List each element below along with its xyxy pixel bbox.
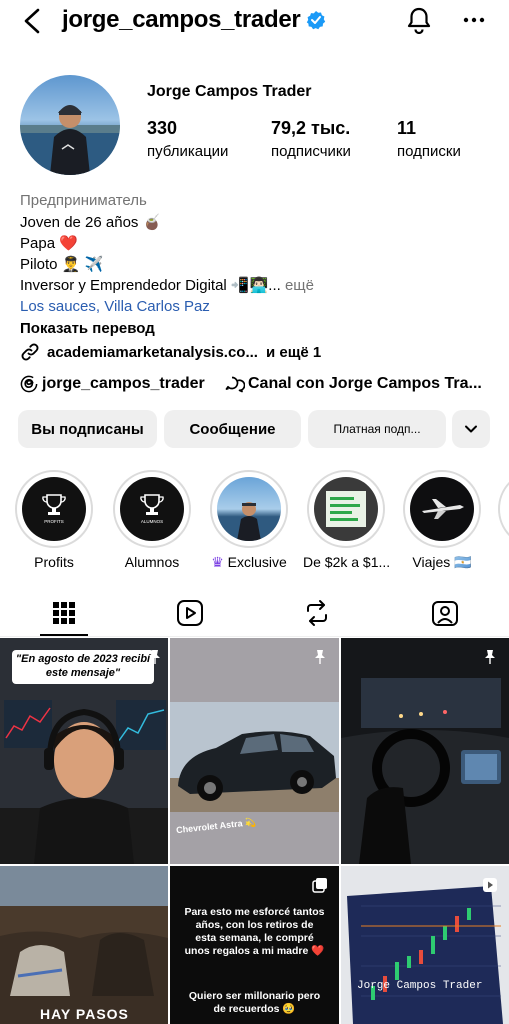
channel-link[interactable]: Canal con Jorge Campos Tra... [225,375,482,393]
highlight-ring [307,470,385,548]
back-arrow-icon[interactable] [22,8,44,34]
trophy-icon: PROFITS [42,494,66,524]
reel-icon [483,878,497,892]
post-thumbnail[interactable]: Jorge Campos Trader [341,866,509,1024]
highlight-cover [314,477,378,541]
message-button-label: Сообщение [189,420,276,438]
crown-icon: ♛ [211,554,224,570]
highlight-partial[interactable] [498,470,509,548]
post-thumbnail[interactable]: "En agosto de 2023 recibí este mensaje" [0,638,168,864]
highlight-cover-text: PROFITS [44,519,64,524]
tagged-tab-icon[interactable] [430,598,460,628]
profile-username-title: jorge_campos_trader [62,6,301,33]
post-caption-overlay: HAY PASOS [40,1006,129,1022]
post-text-overlay: Quiero ser millonario pero de recuerdos … [188,990,321,1015]
highlight-label: Viajes 🇦🇷 [412,554,472,570]
highlight-ring [403,470,481,548]
pin-icon [150,650,160,664]
highlight-label: De $2k a $1... [303,554,391,570]
post-thumbnail[interactable] [341,638,509,864]
following-count-label: подписки [397,143,461,160]
followers-count[interactable]: 79,2 тыс. подписчики [271,118,351,160]
following-button[interactable]: Вы подписаны [18,410,157,448]
channel-name: Canal con Jorge Campos Tra... [248,375,482,392]
message-button[interactable]: Сообщение [164,410,301,448]
active-tab-indicator [40,634,88,636]
highlight-alumnos[interactable]: ALUMNOS Alumnos [113,470,191,570]
tab-divider [0,636,509,637]
reels-tab-icon[interactable] [175,598,205,628]
highlight-growth[interactable]: De $2k a $1... [303,470,391,570]
post-thumbnail[interactable]: Chevrolet Astra 💫 [170,638,339,864]
highlight-viajes[interactable]: Viajes 🇦🇷 [403,470,481,571]
highlight-exclusive[interactable]: ♛ Exclusive [209,470,289,571]
profile-avatar[interactable] [20,75,120,175]
link-icon [21,343,39,361]
threads-username: jorge_campos_trader [42,375,205,392]
carousel-icon [312,878,327,893]
profile-display-name: Jorge Campos Trader [147,83,312,100]
highlight-label: Profits [34,554,74,570]
highlight-cover [217,477,281,541]
verified-badge-icon [306,11,326,30]
website-more[interactable]: и ещё 1 [266,344,321,361]
pin-icon [315,650,325,664]
profile-category: Предприниматель [20,192,147,209]
highlight-label: Alumnos [124,554,180,570]
highlight-label: Exclusive [227,554,287,570]
post-thumbnail[interactable]: HAY PASOS [0,866,168,1024]
post-caption-overlay: "En agosto de 2023 recibí este mensaje" [15,653,151,679]
highlight-cover: PROFITS [22,477,86,541]
location-link[interactable]: Los sauces [20,298,96,315]
bio-line-text: Inversor y Emprendedor Digital 📲👨🏻‍💻... [20,277,281,294]
broadcast-channel-icon [225,376,245,393]
bio-line: Piloto 👨‍✈️ ✈️ [20,256,104,273]
show-translation-link[interactable]: Показать перевод [20,318,155,340]
post-text-overlay: Para esto me esforcé tantos años, con lo… [184,906,325,957]
highlight-cover: ALUMNOS [120,477,184,541]
highlight-cover [410,477,474,541]
followers-count-label: подписчики [271,143,351,160]
post-caption-overlay: Jorge Campos Trader [357,980,483,992]
location-link[interactable]: Villa Carlos Paz [104,298,210,315]
following-button-label: Вы подписаны [31,420,144,438]
website-link-row[interactable]: academiamarketanalysis.co... и ещё 1 [20,341,321,363]
posts-count[interactable]: 330 публикации [147,118,228,160]
website-url[interactable]: academiamarketanalysis.co... [47,344,258,361]
threads-icon [20,375,38,393]
bio-location: Los sauces, Villa Carlos Paz [20,296,210,318]
grid-tab-icon[interactable] [49,598,79,628]
airplane-icon [422,499,464,519]
pin-icon [485,650,495,664]
following-count-value: 11 [397,118,417,138]
highlight-ring: ALUMNOS [113,470,191,548]
highlight-label-row: ♛ Exclusive [209,554,289,571]
highlight-ring: PROFITS [15,470,93,548]
highlight-profits[interactable]: PROFITS Profits [15,470,93,570]
chevron-down-icon [465,425,477,433]
more-options-icon[interactable] [460,8,488,32]
location-separator: , [95,298,105,315]
bio-line: Joven de 26 años 🧉 [20,214,162,231]
reposts-tab-icon[interactable] [302,598,332,628]
posts-count-label: публикации [147,143,229,160]
following-count[interactable]: 11 подписки [397,118,461,160]
notifications-bell-icon[interactable] [405,6,433,34]
paid-subscription-label: Платная подп... [333,422,421,436]
suggested-accounts-button[interactable] [452,410,490,448]
bio-line-truncated: Inversor y Emprendedor Digital 📲👨🏻‍💻... … [20,275,314,297]
bio-line: Papa ❤️ [20,235,78,252]
highlight-cover-text: ALUMNOS [141,519,163,524]
highlight-ring [210,470,288,548]
post-thumbnail[interactable]: Para esto me esforcé tantos años, con lo… [170,866,339,1024]
posts-count-value: 330 [147,118,178,138]
threads-link[interactable]: jorge_campos_trader [20,375,205,393]
followers-count-value: 79,2 тыс. [271,118,351,138]
trophy-icon: ALUMNOS [140,494,164,524]
paid-subscription-button[interactable]: Платная подп... [308,410,446,448]
bio-more-link[interactable]: ещё [281,277,314,294]
